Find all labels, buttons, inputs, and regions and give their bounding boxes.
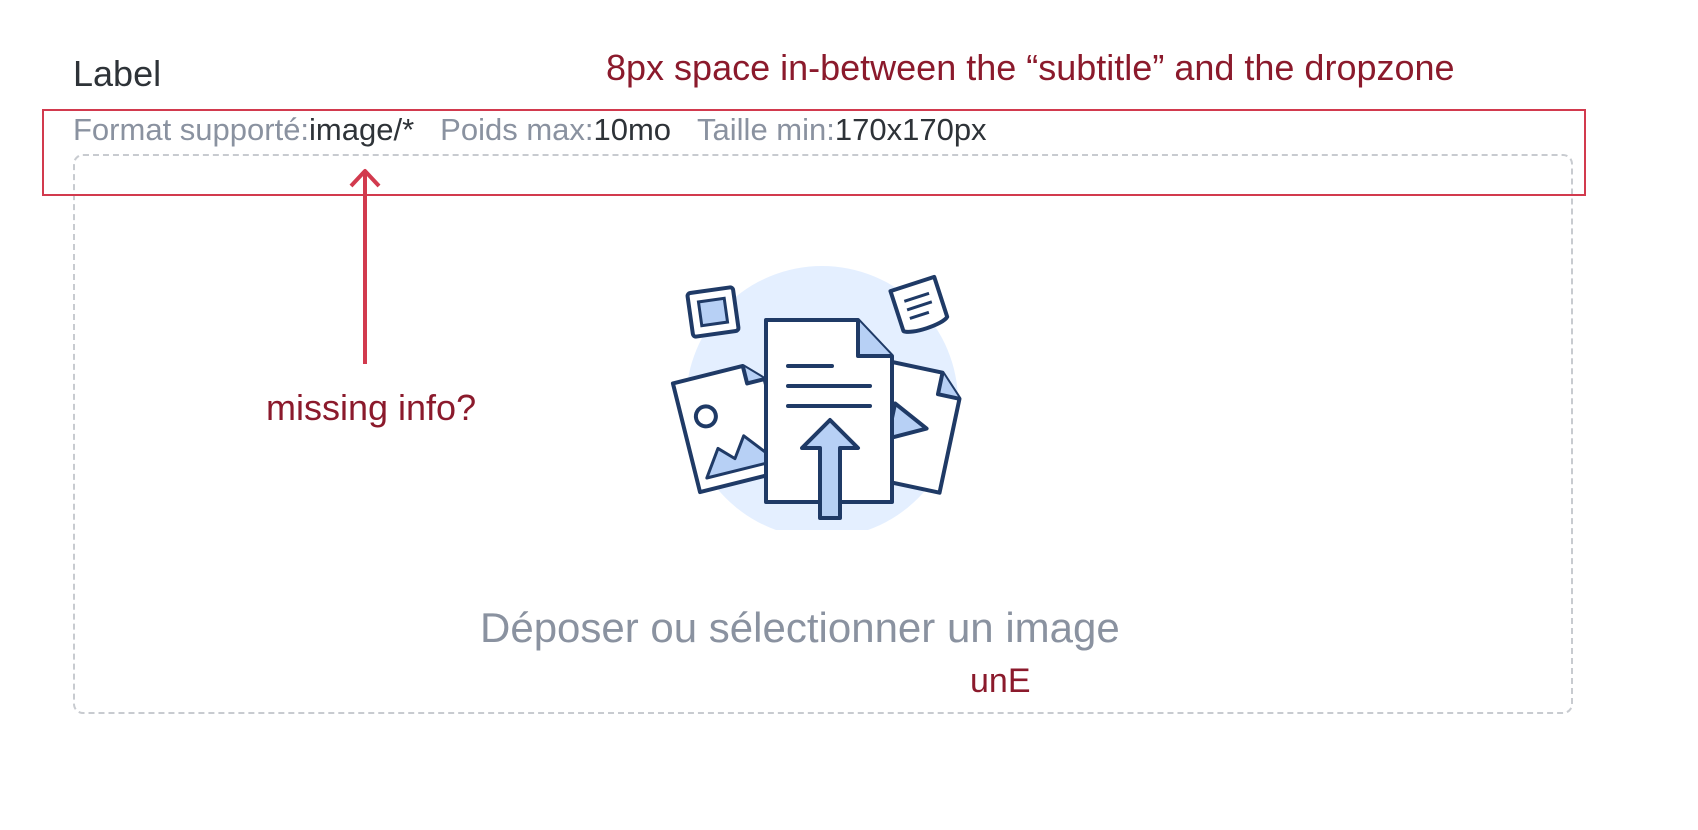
- field-label: Label: [73, 53, 162, 94]
- annotation-spacing-note: 8px space in-between the “subtitle” and …: [606, 47, 1455, 88]
- annotation-typo-note: unE: [970, 662, 1031, 700]
- annotation-arrow-icon: [349, 169, 381, 364]
- small-frame-icon: [685, 285, 741, 339]
- canvas: Label Format supporté:image/* Poids max:1…: [0, 0, 1698, 830]
- dropzone-text[interactable]: Déposer ou sélectionner un image: [480, 604, 1120, 652]
- annotation-missing-info: missing info?: [266, 387, 477, 428]
- upload-files-illustration-icon: [670, 266, 962, 530]
- annotation-highlight-box: [42, 109, 1586, 196]
